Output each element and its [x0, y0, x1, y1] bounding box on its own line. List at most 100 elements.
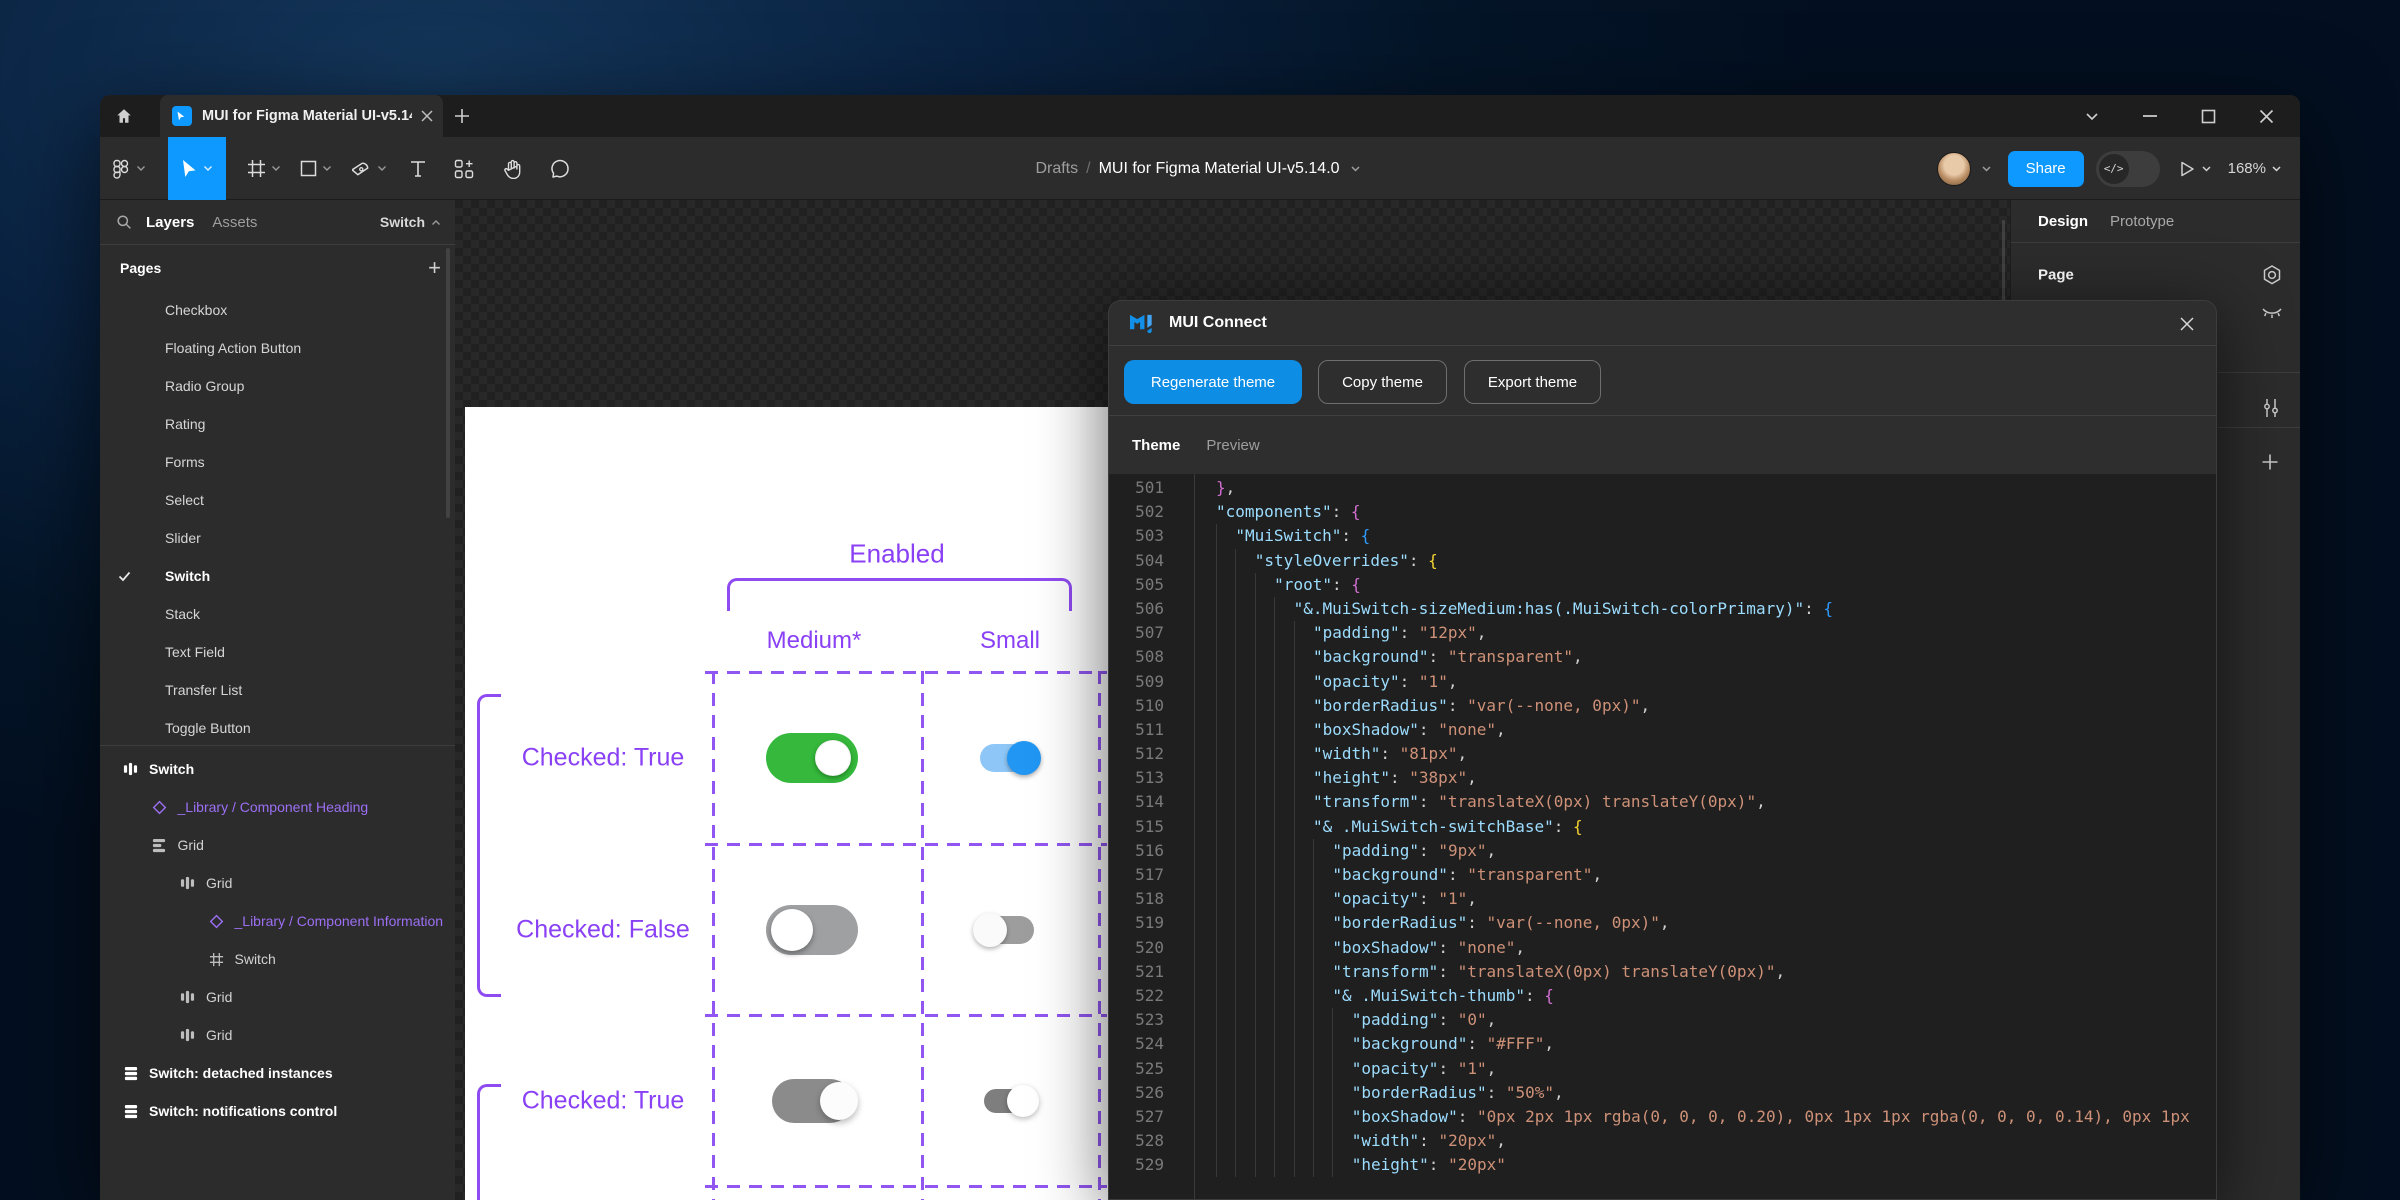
canvas-medium-label[interactable]: Medium*: [767, 627, 862, 655]
layer-item-grid[interactable]: Grid: [100, 978, 455, 1016]
switch-medium-preview[interactable]: [766, 733, 858, 783]
adjust-sliders-icon[interactable]: [2261, 397, 2281, 419]
text-tool[interactable]: [396, 137, 440, 200]
canvas-row-label[interactable]: Checked: True: [493, 1087, 713, 1116]
tab-design[interactable]: Design: [2038, 213, 2088, 230]
page-item-slider[interactable]: Slider: [100, 519, 455, 557]
chevron-down-icon[interactable]: [1981, 165, 1992, 173]
page-item-text-field[interactable]: Text Field: [100, 633, 455, 671]
figma-logo-icon: [111, 159, 131, 179]
actions-tool[interactable]: [440, 137, 488, 200]
tab-theme[interactable]: Theme: [1132, 437, 1180, 454]
window-minimize-button[interactable]: [2132, 101, 2168, 131]
layer-item-switch-detached-instances[interactable]: Switch: detached instances: [100, 1054, 455, 1092]
layer-item-switch[interactable]: Switch: [100, 940, 455, 978]
eye-closed-icon[interactable]: [2261, 305, 2283, 321]
figma-main-menu[interactable]: [100, 137, 156, 200]
tab-title: MUI for Figma Material UI-v5.14.0: [202, 108, 412, 124]
page-item-floating-action-button[interactable]: Floating Action Button: [100, 329, 455, 367]
tab-close-icon[interactable]: [421, 110, 433, 122]
code-line: 522"& .MuiSwitch-thumb": {: [1109, 984, 2216, 1008]
avatar[interactable]: [1937, 152, 1971, 186]
pen-tool[interactable]: [342, 137, 396, 200]
home-button[interactable]: [110, 103, 138, 129]
canvas-enabled-label[interactable]: Enabled: [849, 539, 944, 570]
zoom-control[interactable]: 168%: [2228, 160, 2282, 177]
dev-mode-toggle[interactable]: </>: [2096, 151, 2160, 187]
layer-item-library-component-heading[interactable]: _Library / Component Heading: [100, 788, 455, 826]
actions-icon: [454, 159, 474, 179]
add-page-button[interactable]: +: [428, 255, 441, 281]
page-item-rating[interactable]: Rating: [100, 405, 455, 443]
window-menu-chevron-icon[interactable]: [2074, 101, 2110, 131]
regenerate-theme-button[interactable]: Regenerate theme: [1124, 360, 1302, 404]
export-theme-button[interactable]: Export theme: [1464, 360, 1601, 404]
tab-bar: MUI for Figma Material UI-v5.14.0: [100, 95, 2300, 137]
switch-small-preview[interactable]: [984, 1089, 1030, 1113]
layer-item-switch-notifications-control[interactable]: Switch: notifications control: [100, 1092, 455, 1130]
sidebar-divider: [100, 745, 455, 746]
page-item-forms[interactable]: Forms: [100, 443, 455, 481]
page-item-radio-group[interactable]: Radio Group: [100, 367, 455, 405]
code-line: 528"width": "20px",: [1109, 1129, 2216, 1153]
layer-item-grid[interactable]: Grid: [100, 1016, 455, 1054]
rows-bracket[interactable]: [477, 694, 501, 997]
page-item-select[interactable]: Select: [100, 481, 455, 519]
theme-code-viewer[interactable]: 501},502"components": {503"MuiSwitch": {…: [1109, 474, 2216, 1200]
dialog-close-button[interactable]: [2176, 313, 2198, 335]
page-item-switch[interactable]: Switch: [100, 557, 455, 595]
sidebar-scrollbar[interactable]: [446, 248, 450, 518]
layer-item-grid[interactable]: Grid: [100, 826, 455, 864]
layer-item-switch[interactable]: Switch: [100, 750, 455, 788]
comment-tool[interactable]: [536, 137, 584, 200]
copy-theme-button[interactable]: Copy theme: [1318, 360, 1447, 404]
tab-layers[interactable]: Layers: [146, 214, 194, 231]
frame-tool[interactable]: [238, 137, 290, 200]
tab-prototype[interactable]: Prototype: [2110, 213, 2174, 230]
shape-tool[interactable]: [290, 137, 342, 200]
file-tab[interactable]: MUI for Figma Material UI-v5.14.0: [160, 95, 443, 137]
switch-small-preview[interactable]: [980, 916, 1034, 944]
page-item-toggle-button[interactable]: Toggle Button: [100, 709, 455, 747]
page-item-label: Transfer List: [165, 682, 242, 698]
switch-thumb: [771, 909, 813, 951]
tab-preview[interactable]: Preview: [1206, 437, 1259, 454]
switch-thumb: [820, 1082, 858, 1120]
window-maximize-button[interactable]: [2190, 101, 2226, 131]
line-number: 521: [1109, 960, 1164, 984]
canvas-small-label[interactable]: Small: [980, 627, 1040, 655]
present-play-button[interactable]: [2178, 160, 2196, 178]
enabled-bracket[interactable]: [727, 578, 1072, 611]
chevron-down-icon[interactable]: [1350, 165, 1361, 173]
pages-header: Pages +: [100, 245, 455, 291]
switch-small-preview[interactable]: [980, 744, 1034, 772]
move-tool-selected[interactable]: [168, 137, 226, 200]
breadcrumb-file-name[interactable]: MUI for Figma Material UI-v5.14.0: [1099, 160, 1340, 178]
hand-tool[interactable]: [488, 137, 536, 200]
switch-medium-preview[interactable]: [766, 905, 858, 955]
mui-logo-icon: [1130, 313, 1156, 334]
page-selector[interactable]: Switch: [380, 214, 441, 230]
add-icon[interactable]: [2261, 453, 2279, 471]
share-button[interactable]: Share: [2008, 151, 2084, 187]
tab-assets[interactable]: Assets: [212, 214, 257, 231]
window-close-button[interactable]: [2248, 101, 2284, 131]
code-line: 529"height": "20px": [1109, 1153, 2216, 1177]
chevron-down-icon[interactable]: [2201, 165, 2212, 173]
code-line: 503"MuiSwitch": {: [1109, 524, 2216, 548]
page-item-label: Select: [165, 492, 204, 508]
variable-modes-icon[interactable]: [2261, 264, 2283, 286]
search-icon[interactable]: [116, 214, 132, 230]
canvas-row-label[interactable]: Checked: True: [493, 744, 713, 773]
page-item-stack[interactable]: Stack: [100, 595, 455, 633]
page-item-transfer-list[interactable]: Transfer List: [100, 671, 455, 709]
layer-item-grid[interactable]: Grid: [100, 864, 455, 902]
breadcrumb-drafts[interactable]: Drafts: [1035, 160, 1078, 178]
switch-medium-preview[interactable]: [772, 1079, 852, 1123]
code-line: 523"padding": "0",: [1109, 1008, 2216, 1032]
new-tab-button[interactable]: [448, 102, 476, 130]
sidebar-header: Layers Assets Switch: [100, 200, 455, 245]
layer-item-library-component-information[interactable]: _Library / Component Information: [100, 902, 455, 940]
page-item-checkbox[interactable]: Checkbox: [100, 291, 455, 329]
canvas-row-label[interactable]: Checked: False: [493, 916, 713, 945]
